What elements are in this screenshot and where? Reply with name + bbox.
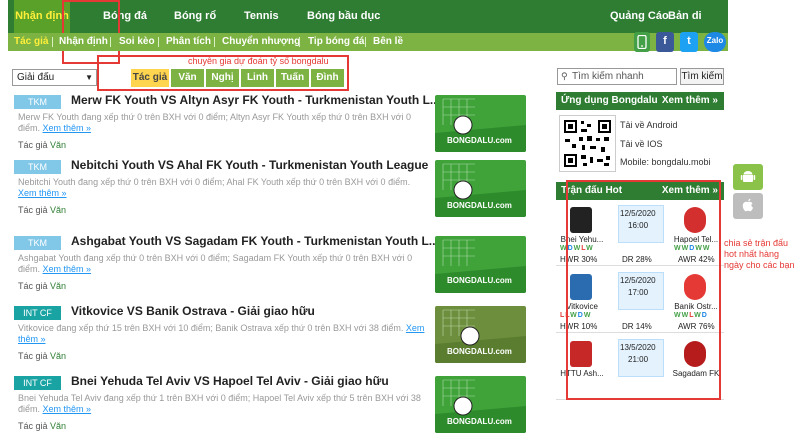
search-button[interactable]: Tìm kiếm xyxy=(680,68,724,85)
article-summary: Vitkovice đang xếp thứ 15 trên BXH với 1… xyxy=(18,323,430,345)
article-item[interactable]: INT CF Vitkovice VS Banik Ostrava - Giải … xyxy=(14,304,544,376)
mobile-site-text: Mobile: bongdalu.mobi xyxy=(620,157,711,167)
subnav-separator xyxy=(365,37,366,47)
article-title[interactable]: Nebitchi Youth VS Ahal FK Youth - Turkme… xyxy=(71,158,436,172)
download-ios-link[interactable]: Tải về IOS xyxy=(620,139,663,149)
subnav-separator xyxy=(110,37,111,47)
search-input[interactable]: ⚲ Tìm kiếm nhanh xyxy=(557,68,677,85)
author-name-link[interactable]: Văn xyxy=(50,351,66,361)
thumbnail-watermark: BONGDALU.com xyxy=(447,347,512,356)
article-summary: Merw FK Youth đang xếp thứ 0 trên BXH vớ… xyxy=(18,112,430,134)
article-summary-text: Nebitchi Youth đang xếp thứ 0 trên BXH v… xyxy=(18,177,411,187)
app-panel-header: Ứng dụng Bongdalu Xem thêm » xyxy=(556,92,724,110)
topnav-item-bong-bau-duc[interactable]: Bóng bầu dục xyxy=(307,0,380,33)
qr-code xyxy=(559,115,616,172)
subnav-item-ben-le[interactable]: Bên lề xyxy=(373,33,403,51)
facebook-icon[interactable]: f xyxy=(656,32,674,52)
topnav-item-ban-di-dong[interactable]: Bản di động xyxy=(668,0,728,55)
author-label: Tác giả xyxy=(18,421,48,431)
annotation-box-hot-matches xyxy=(566,180,721,400)
article-title[interactable]: Bnei Yehuda Tel Aviv VS Hapoel Tel Aviv … xyxy=(71,374,436,388)
subnav-separator xyxy=(214,37,215,47)
subnav-item-tip-bong-da[interactable]: Tip bóng đá xyxy=(308,33,364,51)
article-thumbnail[interactable]: BONGDALU.com xyxy=(435,376,526,433)
article-author: Tác giả Văn xyxy=(18,351,66,361)
subnav-separator xyxy=(158,37,159,47)
annotation-authors-text: chuyên gia dự đoán tỷ số bongdalu xyxy=(188,56,329,66)
subnav-item-phan-tich[interactable]: Phân tích xyxy=(166,33,211,51)
article-more-link[interactable]: Xem thêm » xyxy=(43,404,92,414)
article-author: Tác giả Văn xyxy=(18,205,66,215)
subnav-separator xyxy=(299,37,300,47)
article-thumbnail[interactable]: BONGDALU.com xyxy=(435,95,526,152)
article-item[interactable]: TKM Merw FK Youth VS Altyn Asyr FK Youth … xyxy=(14,93,544,165)
article-thumbnail[interactable]: BONGDALU.com xyxy=(435,160,526,217)
download-android-link[interactable]: Tải về Android xyxy=(620,120,678,130)
article-title[interactable]: Ashgabat Youth VS Sagadam FK Youth - Tur… xyxy=(71,234,436,248)
author-label: Tác giả xyxy=(18,205,48,215)
subnav-separator xyxy=(52,37,53,47)
subnav-item-chuyen-nhuong[interactable]: Chuyển nhượng xyxy=(222,33,300,51)
article-author: Tác giả Văn xyxy=(18,421,66,431)
author-label: Tác giả xyxy=(18,140,48,150)
thumbnail-watermark: BONGDALU.com xyxy=(447,276,512,285)
league-badge: INT CF xyxy=(14,376,61,390)
author-name-link[interactable]: Văn xyxy=(50,140,66,150)
article-author: Tác giả Văn xyxy=(18,281,66,291)
article-thumbnail[interactable]: BONGDALU.com xyxy=(435,236,526,293)
league-badge: TKM xyxy=(14,236,61,250)
article-item[interactable]: TKM Nebitchi Youth VS Ahal FK Youth - Tur… xyxy=(14,158,544,230)
article-summary: Bnei Yehuda Tel Aviv đang xếp thứ 1 trên… xyxy=(18,393,430,415)
app-panel-more-link[interactable]: Xem thêm » xyxy=(662,92,718,110)
android-icon[interactable] xyxy=(733,164,763,190)
article-title[interactable]: Vitkovice VS Banik Ostrava - Giải giao h… xyxy=(71,304,436,318)
topnav-item-tennis[interactable]: Tennis xyxy=(244,0,279,33)
article-item[interactable]: TKM Ashgabat Youth VS Sagadam FK Youth - … xyxy=(14,234,544,306)
league-badge: INT CF xyxy=(14,306,61,320)
league-select[interactable]: Giải đấu ▼ xyxy=(12,69,97,86)
league-select-value: Giải đấu xyxy=(17,72,55,83)
author-name-link[interactable]: Văn xyxy=(50,421,66,431)
article-summary-text: Vitkovice đang xếp thứ 15 trên BXH với 1… xyxy=(18,323,404,333)
thumbnail-watermark: BONGDALU.com xyxy=(447,136,512,145)
author-label: Tác giả xyxy=(18,351,48,361)
zalo-icon[interactable]: Zalo xyxy=(704,32,726,52)
chevron-down-icon: ▼ xyxy=(85,73,93,82)
article-title[interactable]: Merw FK Youth VS Altyn Asyr FK Youth - T… xyxy=(71,93,436,107)
article-summary: Nebitchi Youth đang xếp thứ 0 trên BXH v… xyxy=(18,177,430,199)
article-thumbnail[interactable]: BONGDALU.com xyxy=(435,306,526,363)
league-badge: TKM xyxy=(14,95,61,109)
apple-icon[interactable] xyxy=(733,193,763,219)
league-badge: TKM xyxy=(14,160,61,174)
article-more-link[interactable]: Xem thêm » xyxy=(43,264,92,274)
author-name-link[interactable]: Văn xyxy=(50,205,66,215)
article-more-link[interactable]: Xem thêm » xyxy=(18,188,67,198)
app-panel-title: Ứng dụng Bongdalu xyxy=(561,95,658,106)
search-icon: ⚲ xyxy=(561,71,568,81)
article-summary: Ashgabat Youth đang xếp thứ 0 trên BXH v… xyxy=(18,253,430,275)
annotation-hot-text: chia sẻ trận đấu hot nhất hàng ngày cho … xyxy=(724,238,795,270)
sub-nav: Tác giả Nhận định Soi kèo Phân tích Chuy… xyxy=(8,33,728,51)
twitter-icon[interactable]: t xyxy=(680,32,698,52)
author-name-link[interactable]: Văn xyxy=(50,281,66,291)
article-item[interactable]: INT CF Bnei Yehuda Tel Aviv VS Hapoel Tel… xyxy=(14,374,544,446)
subnav-item-soi-keo[interactable]: Soi kèo xyxy=(119,33,155,51)
topnav-item-bong-ro[interactable]: Bóng rổ xyxy=(174,0,216,33)
subnav-item-tac-gia[interactable]: Tác giả xyxy=(14,33,48,51)
article-more-link[interactable]: Xem thêm » xyxy=(43,123,92,133)
thumbnail-watermark: BONGDALU.com xyxy=(447,201,512,210)
subnav-item-nhan-dinh[interactable]: Nhận định xyxy=(59,33,108,51)
phone-icon[interactable] xyxy=(634,32,650,52)
article-author: Tác giả Văn xyxy=(18,140,66,150)
author-label: Tác giả xyxy=(18,281,48,291)
search-placeholder: Tìm kiếm nhanh xyxy=(572,71,644,82)
topnav-item-quang-cao[interactable]: Quảng Cáo xyxy=(610,0,669,33)
thumbnail-watermark: BONGDALU.com xyxy=(447,417,512,426)
